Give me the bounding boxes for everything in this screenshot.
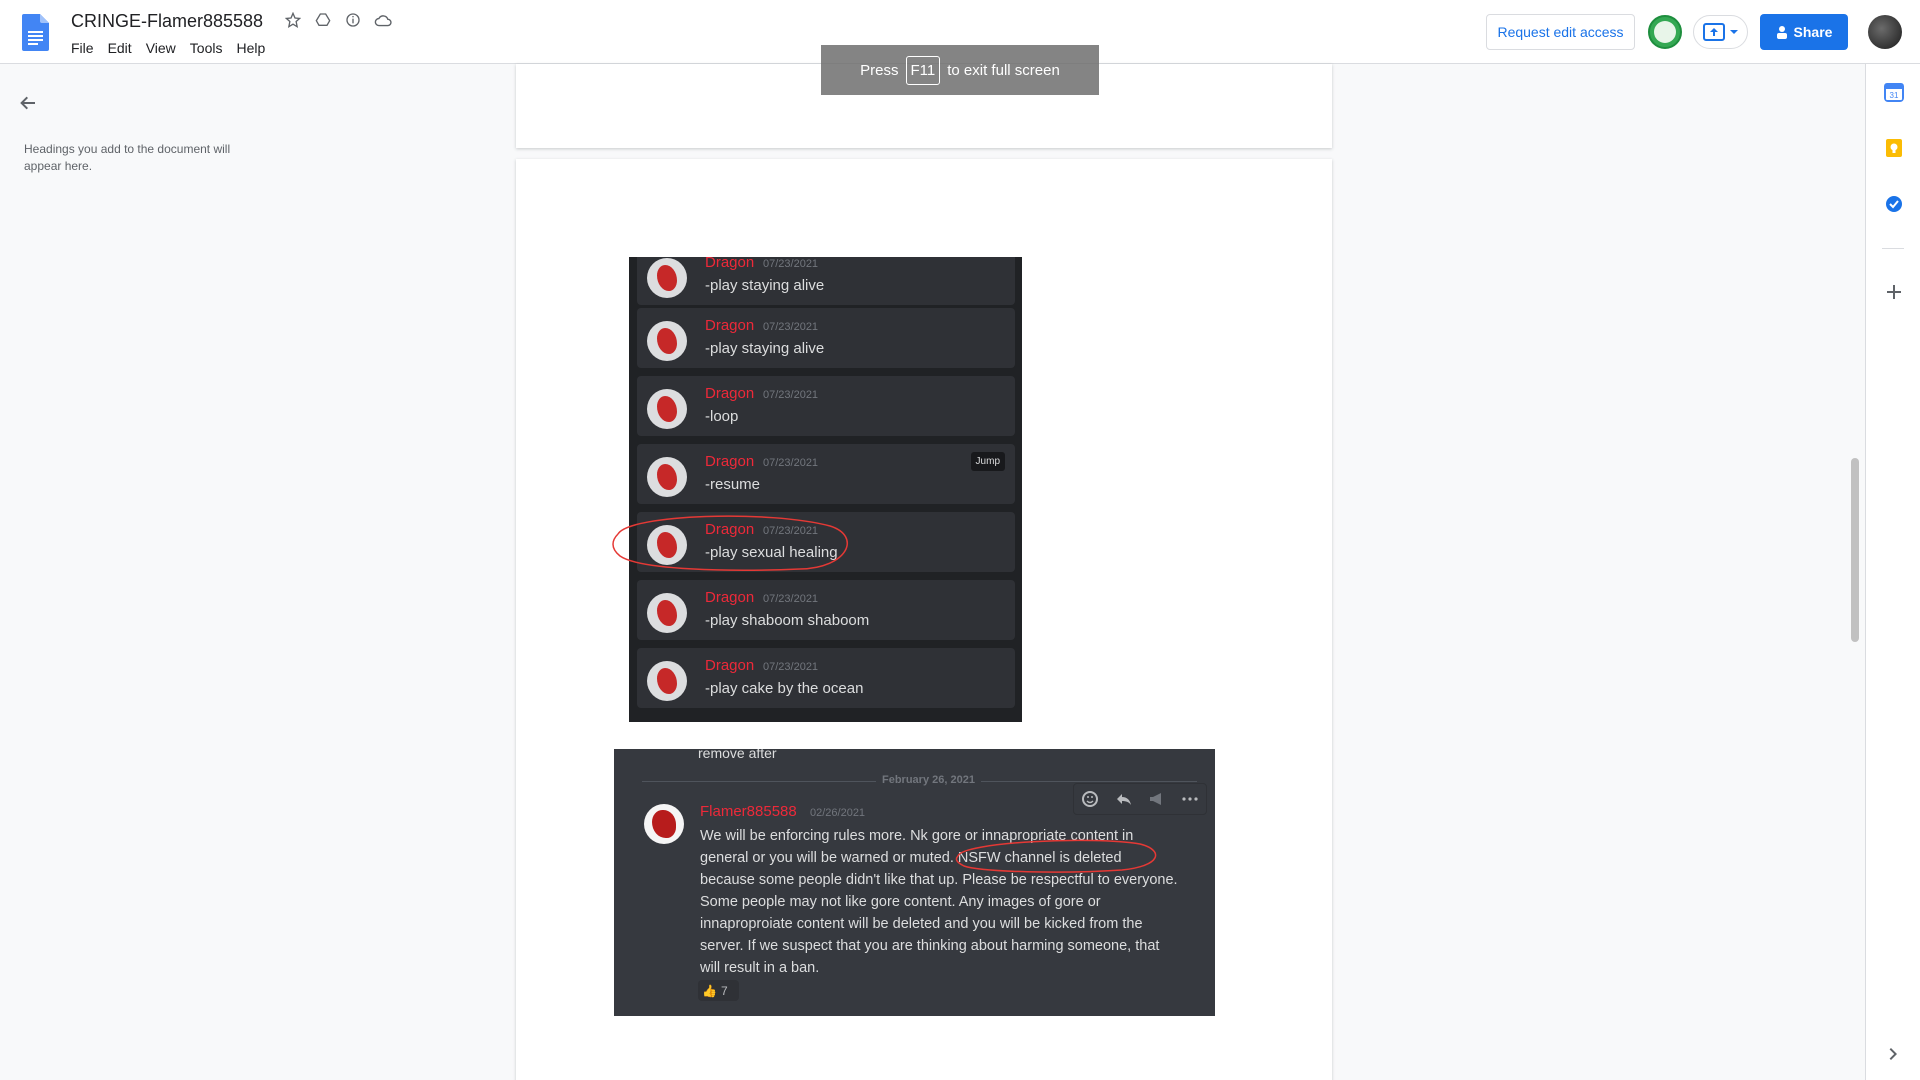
discord-screenshot-1: Dragon 07/23/2021 -play staying alive Dr… <box>629 257 1022 722</box>
present-button[interactable] <box>1693 15 1748 49</box>
message-date: 07/23/2021 <box>763 457 819 469</box>
megaphone-icon <box>1149 793 1161 805</box>
message-text: -resume <box>705 476 761 493</box>
dragon-avatar-icon <box>647 457 687 497</box>
message-text: -play shaboom shaboom <box>705 612 870 629</box>
keep-icon[interactable] <box>1884 138 1904 158</box>
jump-tooltip: Jump <box>970 452 1005 471</box>
message-date: 02/26/2021 <box>810 807 866 819</box>
red-annotation-circle <box>612 515 848 571</box>
avatar-face-icon <box>1654 21 1676 43</box>
flamer-avatar-icon <box>644 804 684 844</box>
menu-view[interactable]: View <box>139 38 183 58</box>
menu-help[interactable]: Help <box>229 38 272 58</box>
message-author: Dragon <box>705 589 755 606</box>
fullscreen-notice: Press F11 to exit full screen <box>821 45 1099 95</box>
chevron-down-icon <box>1729 30 1738 34</box>
notice-press: Press <box>860 61 899 79</box>
discord-message: Dragon 07/23/2021 -resume Jump <box>637 444 1015 504</box>
docs-logo-icon[interactable] <box>22 14 49 51</box>
message-toolbar <box>1073 783 1207 815</box>
reaction-count: 7 <box>720 983 728 998</box>
message-author: Dragon <box>705 257 755 271</box>
discord-message: Dragon 07/23/2021 -loop <box>637 376 1015 436</box>
message-text: -play staying alive <box>705 340 825 357</box>
message-date: 07/23/2021 <box>763 661 819 673</box>
svg-text:31: 31 <box>1890 91 1899 100</box>
message-author: Dragon <box>705 385 755 402</box>
cloud-status-icon[interactable] <box>374 11 392 29</box>
message-author: Dragon <box>705 317 755 334</box>
discord-message: Dragon 07/23/2021 -play staying alive <box>637 257 1015 305</box>
discord-message: Dragon 07/23/2021 -play shaboom shaboom <box>637 580 1015 640</box>
message-text: -loop <box>705 408 739 425</box>
message-text: -play cake by the ocean <box>705 680 864 697</box>
document-info-icon[interactable] <box>344 11 362 29</box>
present-icon <box>1702 23 1725 41</box>
thumbs-up-icon: 👍 <box>702 983 717 998</box>
outline-empty-text: Headings you add to the document will ap… <box>24 142 231 173</box>
more-icon <box>1181 797 1198 801</box>
menu-tools[interactable]: Tools <box>183 38 230 58</box>
cut-off-text: remove after <box>698 749 777 761</box>
menu-edit[interactable]: Edit <box>101 38 139 58</box>
discord-message: Dragon 07/23/2021 -play cake by the ocea… <box>637 648 1015 708</box>
share-button[interactable]: Share <box>1760 14 1848 50</box>
add-reaction-icon <box>1081 791 1098 807</box>
dragon-avatar-icon <box>647 389 687 429</box>
red-annotation-circle <box>955 839 1157 873</box>
message-date: 07/23/2021 <box>763 321 819 333</box>
move-to-drive-icon[interactable] <box>314 11 332 29</box>
user-avatar[interactable] <box>1868 15 1902 49</box>
document-title[interactable]: CRINGE-Flamer885588 <box>71 11 263 32</box>
reply-icon <box>1116 794 1131 805</box>
body-part-2: because some people didn't like that up.… <box>700 872 1178 976</box>
notice-key: F11 <box>905 55 941 85</box>
document-scrollbar[interactable] <box>1851 458 1859 642</box>
message-date: 07/23/2021 <box>763 593 819 605</box>
dragon-avatar-icon <box>647 258 687 298</box>
present-avatar[interactable] <box>1648 15 1682 49</box>
thumbs-up-reaction: 👍 7 <box>698 980 739 1001</box>
dragon-avatar-icon <box>647 321 687 361</box>
message-author: Dragon <box>705 453 755 470</box>
star-icon[interactable] <box>284 11 302 29</box>
side-panel-divider <box>1882 248 1904 249</box>
message-author: Flamer885588 <box>700 803 797 820</box>
side-panel: 31 <box>1865 64 1920 1080</box>
discord-message: Dragon 07/23/2021 -play staying alive <box>637 308 1015 368</box>
calendar-icon[interactable]: 31 <box>1884 82 1904 102</box>
message-date: 07/23/2021 <box>763 258 819 270</box>
message-text: -play staying alive <box>705 277 825 294</box>
plus-icon[interactable] <box>1884 282 1904 302</box>
message-date: 07/23/2021 <box>763 389 819 401</box>
chevron-right-icon[interactable] <box>1884 1044 1904 1064</box>
message-author: Dragon <box>705 657 755 674</box>
back-arrow-icon[interactable] <box>18 93 38 113</box>
dragon-avatar-icon <box>647 593 687 633</box>
lock-person-icon <box>1776 26 1787 39</box>
tasks-icon[interactable] <box>1884 194 1904 214</box>
date-divider: February 26, 2021 <box>876 774 981 786</box>
menu-bar: File Edit View Tools Help <box>64 38 272 58</box>
title-icons <box>284 11 392 29</box>
share-label: Share <box>1793 24 1833 40</box>
discord-screenshot-2: remove after February 26, 2021 Flamer885… <box>614 749 1215 1016</box>
menu-file[interactable]: File <box>64 38 101 58</box>
notice-rest: to exit full screen <box>947 61 1060 79</box>
dragon-avatar-icon <box>647 661 687 701</box>
request-edit-access-button[interactable]: Request edit access <box>1486 14 1635 50</box>
